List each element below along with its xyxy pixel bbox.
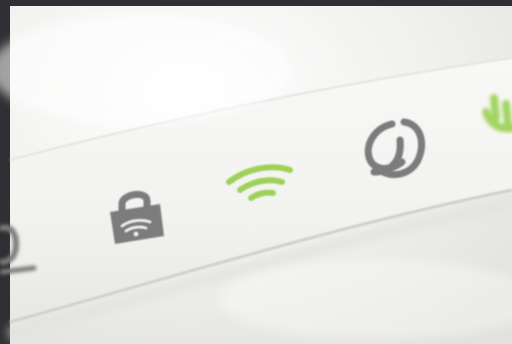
- router-photo: [0, 0, 512, 344]
- photo-canvas: [0, 0, 512, 344]
- highlight-reflection: [0, 15, 290, 125]
